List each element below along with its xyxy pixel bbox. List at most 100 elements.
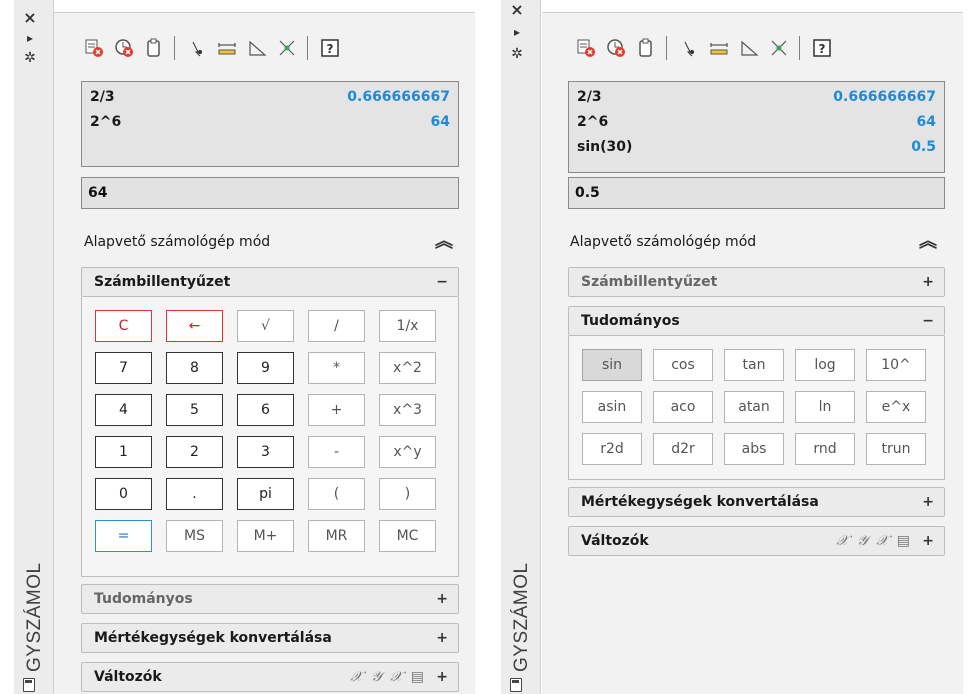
settings-icon[interactable]: ✲: [501, 44, 533, 64]
section-units-header[interactable]: Mértékegységek konvertálása +: [568, 487, 945, 517]
key-lparen[interactable]: (: [308, 478, 365, 510]
settings-icon[interactable]: ✲: [14, 48, 46, 68]
section-scientific-header[interactable]: Tudományos +: [81, 584, 459, 614]
key-sqrt[interactable]: √: [237, 310, 294, 342]
section-variables-header[interactable]: Változók 𝒳 𝒴 𝒳 ▤ +: [81, 662, 459, 692]
input-box[interactable]: 0.5: [568, 177, 945, 209]
key-minus[interactable]: -: [308, 436, 365, 468]
clear-history-icon[interactable]: [606, 38, 626, 58]
key-1[interactable]: 1: [95, 436, 152, 468]
intersection-icon[interactable]: [277, 38, 297, 58]
key-9[interactable]: 9: [237, 352, 294, 384]
palette-titlebar: × ▸ ✲ GYSZÁMOL: [14, 0, 54, 694]
key-dot[interactable]: .: [166, 478, 223, 510]
expand-icon[interactable]: +: [922, 488, 934, 516]
key-r2d[interactable]: r2d: [582, 433, 642, 465]
key-4[interactable]: 4: [95, 394, 152, 426]
key-multiply[interactable]: *: [308, 352, 365, 384]
key-Mplus[interactable]: M+: [237, 520, 294, 552]
section-keypad-header[interactable]: Számbillentyűzet −: [81, 267, 459, 297]
get-coordinates-icon[interactable]: [679, 38, 699, 58]
key-8[interactable]: 8: [166, 352, 223, 384]
key-5[interactable]: 5: [166, 394, 223, 426]
collapse-icon[interactable]: −: [436, 268, 448, 296]
paste-icon[interactable]: [144, 38, 164, 58]
distance-icon[interactable]: [217, 38, 237, 58]
key-pi[interactable]: pi: [237, 478, 294, 510]
expand-icon[interactable]: +: [436, 585, 448, 613]
key-log[interactable]: log: [795, 349, 855, 381]
distance-icon[interactable]: [709, 38, 729, 58]
toolbar-separator: [174, 36, 175, 60]
key-3[interactable]: 3: [237, 436, 294, 468]
variable-tools-icons[interactable]: 𝒳 𝒴 𝒳 ▤: [836, 527, 912, 555]
clear-history-icon[interactable]: [114, 38, 134, 58]
expand-icon[interactable]: +: [922, 527, 934, 555]
key-rnd[interactable]: rnd: [795, 433, 855, 465]
key-divide[interactable]: /: [308, 310, 365, 342]
history-row[interactable]: 2^6 64: [90, 111, 450, 136]
key-sin[interactable]: sin: [582, 349, 642, 381]
history-row[interactable]: 2/3 0.666666667: [577, 86, 936, 111]
key-plus[interactable]: +: [308, 394, 365, 426]
calculator-icon: [510, 678, 522, 692]
variable-tools-icons[interactable]: 𝒳 𝒴 𝒳 ▤: [350, 663, 426, 691]
key-1dividex[interactable]: 1/x: [379, 310, 436, 342]
expand-icon[interactable]: +: [922, 268, 934, 296]
chevron-up-icon[interactable]: ︽: [919, 229, 937, 255]
close-icon[interactable]: ×: [501, 0, 533, 20]
key-d2r[interactable]: d2r: [653, 433, 713, 465]
paste-icon[interactable]: [636, 38, 656, 58]
key-ln[interactable]: ln: [795, 391, 855, 423]
key-10pow[interactable]: 10^: [866, 349, 926, 381]
key-6[interactable]: 6: [237, 394, 294, 426]
key-xpowy[interactable]: x^y: [379, 436, 436, 468]
collapse-icon[interactable]: −: [922, 307, 934, 335]
key-MS[interactable]: MS: [166, 520, 223, 552]
section-keypad-header[interactable]: Számbillentyűzet +: [568, 267, 945, 297]
intersection-icon[interactable]: [769, 38, 789, 58]
section-scientific-header[interactable]: Tudományos −: [568, 306, 945, 336]
mode-toggle[interactable]: Alapvető számológép mód ︽: [84, 229, 461, 255]
help-icon[interactable]: ?: [320, 38, 340, 58]
key-MR[interactable]: MR: [308, 520, 365, 552]
key-xpow3[interactable]: x^3: [379, 394, 436, 426]
key-backspace[interactable]: ←: [166, 310, 223, 342]
close-icon[interactable]: ×: [14, 8, 46, 28]
key-C[interactable]: C: [95, 310, 152, 342]
pin-icon[interactable]: ▸: [14, 28, 46, 48]
chevron-up-icon[interactable]: ︽: [435, 229, 453, 255]
key-0[interactable]: 0: [95, 478, 152, 510]
clear-value-icon[interactable]: [576, 38, 596, 58]
key-atan[interactable]: atan: [724, 391, 784, 423]
key-tan[interactable]: tan: [724, 349, 784, 381]
clear-value-icon[interactable]: [84, 38, 104, 58]
key-abs[interactable]: abs: [724, 433, 784, 465]
history-row[interactable]: 2/3 0.666666667: [90, 86, 450, 111]
key-2[interactable]: 2: [166, 436, 223, 468]
pin-icon[interactable]: ▸: [501, 22, 533, 42]
key-aco[interactable]: aco: [653, 391, 713, 423]
angle-icon[interactable]: [247, 38, 267, 58]
section-variables-header[interactable]: Változók 𝒳 𝒴 𝒳 ▤ +: [568, 526, 945, 556]
input-box[interactable]: 64: [81, 177, 459, 209]
history-row[interactable]: 2^6 64: [577, 111, 936, 136]
section-units-header[interactable]: Mértékegységek konvertálása +: [81, 623, 459, 653]
key-trun[interactable]: trun: [866, 433, 926, 465]
key-epowx[interactable]: e^x: [866, 391, 926, 423]
angle-icon[interactable]: [739, 38, 759, 58]
history-row[interactable]: sin(30) 0.5: [577, 136, 936, 161]
key-7[interactable]: 7: [95, 352, 152, 384]
get-coordinates-icon[interactable]: [187, 38, 207, 58]
key-MC[interactable]: MC: [379, 520, 436, 552]
help-icon[interactable]: ?: [812, 38, 832, 58]
key-asin[interactable]: asin: [582, 391, 642, 423]
key-xpow2[interactable]: x^2: [379, 352, 436, 384]
key-equals[interactable]: =: [95, 520, 152, 552]
key-cos[interactable]: cos: [653, 349, 713, 381]
mode-label: Alapvető számológép mód: [570, 234, 757, 250]
key-rparen[interactable]: ): [379, 478, 436, 510]
expand-icon[interactable]: +: [436, 624, 448, 652]
mode-toggle[interactable]: Alapvető számológép mód ︽: [570, 229, 945, 255]
expand-icon[interactable]: +: [436, 663, 448, 691]
